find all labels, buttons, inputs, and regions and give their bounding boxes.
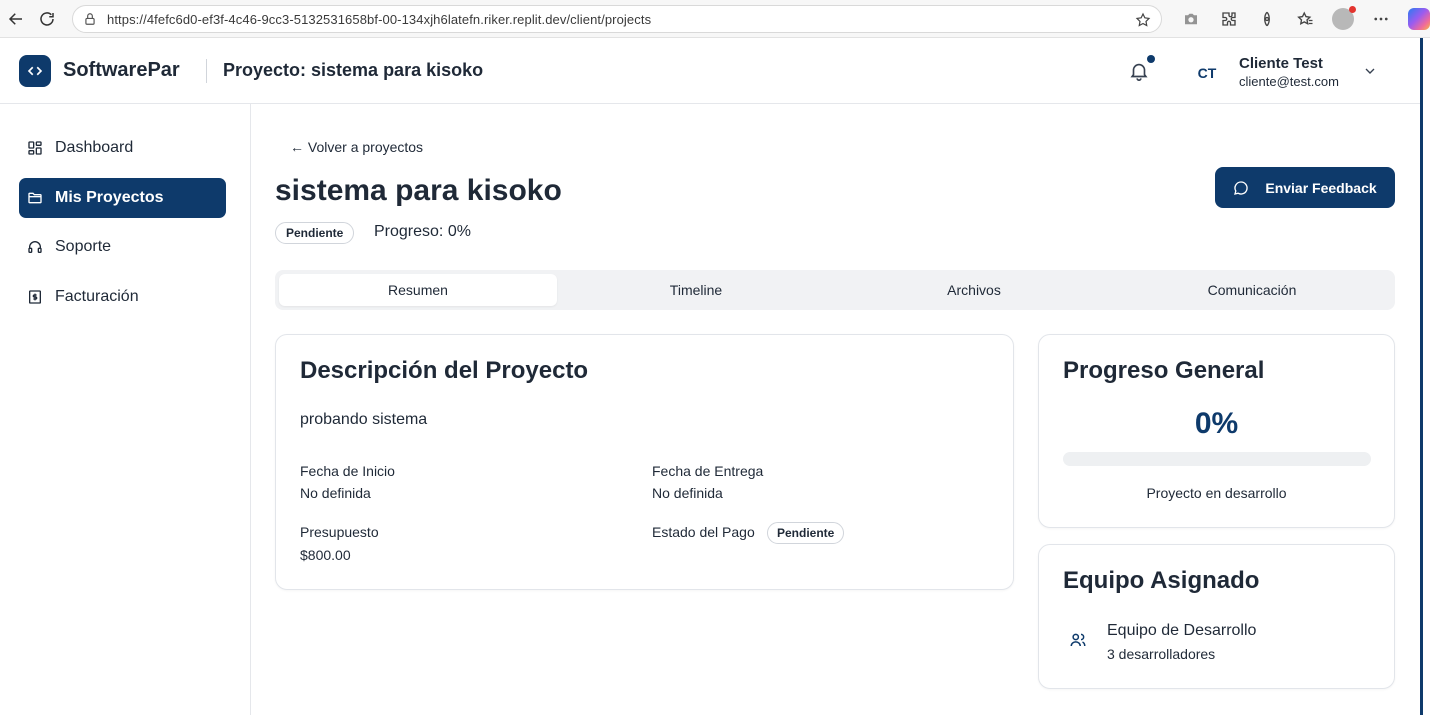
progress-bar bbox=[1063, 452, 1371, 466]
avatar[interactable]: CT bbox=[1190, 56, 1224, 90]
browser-toolbar: https://4fefc6d0-ef3f-4c46-9cc3-51325316… bbox=[0, 0, 1430, 38]
card-title: Progreso General bbox=[1063, 357, 1265, 384]
browser-essentials-icon[interactable] bbox=[1248, 0, 1286, 38]
code-logo-icon[interactable] bbox=[19, 55, 51, 87]
bell-icon[interactable] bbox=[1128, 60, 1150, 82]
app-header: SoftwarePar Proyecto: sistema para kisok… bbox=[0, 38, 1420, 104]
dashboard-icon bbox=[28, 141, 42, 155]
start-date-value: No definida bbox=[300, 485, 371, 501]
tab-resumen[interactable]: Resumen bbox=[279, 274, 557, 306]
progress-caption: Proyecto en desarrollo bbox=[1146, 485, 1287, 501]
more-menu-icon[interactable] bbox=[1362, 0, 1400, 38]
tab-list: Resumen Timeline Archivos Comunicación bbox=[275, 270, 1395, 310]
invoice-icon bbox=[29, 290, 41, 304]
delivery-date-label: Fecha de Entrega bbox=[652, 463, 764, 479]
window-gutter bbox=[1423, 38, 1430, 715]
sidebar-item-label: Facturación bbox=[55, 288, 139, 305]
favorites-icon[interactable] bbox=[1286, 0, 1324, 38]
profile-avatar-icon[interactable] bbox=[1324, 0, 1362, 38]
back-to-projects-link[interactable]: ← Volver a proyectos bbox=[290, 139, 423, 155]
star-icon[interactable] bbox=[1135, 12, 1151, 28]
assigned-team-card: Equipo Asignado Equipo de Desarrollo 3 d… bbox=[1038, 544, 1395, 689]
back-arrow-icon[interactable] bbox=[0, 3, 32, 35]
page-title: sistema para kisoko bbox=[275, 174, 562, 207]
users-icon bbox=[1070, 633, 1086, 647]
team-count: 3 desarrolladores bbox=[1107, 646, 1216, 662]
card-title: Descripción del Proyecto bbox=[300, 357, 589, 384]
user-name[interactable]: Cliente Test bbox=[1239, 55, 1323, 72]
reload-icon[interactable] bbox=[31, 3, 63, 35]
user-email: cliente@test.com bbox=[1239, 74, 1339, 89]
tab-comunicacion[interactable]: Comunicación bbox=[1113, 274, 1391, 306]
tab-timeline[interactable]: Timeline bbox=[557, 274, 835, 306]
budget-label: Presupuesto bbox=[300, 524, 379, 540]
lock-icon bbox=[85, 13, 95, 25]
send-feedback-label: Enviar Feedback bbox=[1265, 179, 1377, 196]
sidebar-item-soporte[interactable]: Soporte bbox=[19, 227, 226, 267]
project-description-text: probando sistema bbox=[300, 411, 428, 428]
sidebar-item-facturacion[interactable]: Facturación bbox=[19, 277, 226, 317]
camera-icon[interactable] bbox=[1172, 0, 1210, 38]
tab-archivos[interactable]: Archivos bbox=[835, 274, 1113, 306]
sidebar-item-label: Dashboard bbox=[55, 139, 134, 156]
sidebar-item-dashboard[interactable]: Dashboard bbox=[19, 128, 226, 168]
general-progress-card: Progreso General 0% Proyecto en desarrol… bbox=[1038, 334, 1395, 528]
payment-status-label: Estado del Pago bbox=[652, 524, 755, 540]
message-circle-icon bbox=[1234, 180, 1249, 195]
notification-dot bbox=[1147, 55, 1155, 63]
budget-value: $800.00 bbox=[300, 547, 351, 563]
start-date-label: Fecha de Inicio bbox=[300, 463, 395, 479]
team-name: Equipo de Desarrollo bbox=[1107, 622, 1257, 639]
url-text: https://4fefc6d0-ef3f-4c46-9cc3-51325316… bbox=[107, 11, 652, 27]
card-title: Equipo Asignado bbox=[1063, 567, 1260, 594]
brand-name[interactable]: SoftwarePar bbox=[63, 59, 180, 82]
send-feedback-button[interactable]: Enviar Feedback bbox=[1215, 167, 1395, 208]
address-bar[interactable]: https://4fefc6d0-ef3f-4c46-9cc3-51325316… bbox=[72, 5, 1162, 33]
sidebar-item-mis-proyectos[interactable]: Mis Proyectos bbox=[19, 178, 226, 218]
sidebar-item-label: Mis Proyectos bbox=[55, 189, 164, 206]
project-description-card: Descripción del Proyecto probando sistem… bbox=[275, 334, 1014, 590]
headphones-icon bbox=[28, 241, 42, 253]
sidebar: Dashboard Mis Proyectos Soporte Facturac… bbox=[0, 104, 251, 715]
project-heading: Proyecto: sistema para kisoko bbox=[223, 60, 484, 80]
progress-percent: 0% bbox=[1194, 407, 1239, 440]
header-divider bbox=[206, 59, 207, 83]
progress-label: Progreso: 0% bbox=[374, 223, 471, 240]
chevron-down-icon[interactable] bbox=[1362, 63, 1378, 79]
folder-icon bbox=[28, 192, 42, 204]
status-badge: Pendiente bbox=[275, 222, 355, 244]
payment-status-badge: Pendiente bbox=[767, 522, 845, 544]
delivery-date-value: No definida bbox=[652, 485, 723, 501]
copilot-icon[interactable] bbox=[1400, 0, 1430, 38]
sidebar-item-label: Soporte bbox=[55, 238, 112, 255]
extensions-icon[interactable] bbox=[1210, 0, 1248, 38]
